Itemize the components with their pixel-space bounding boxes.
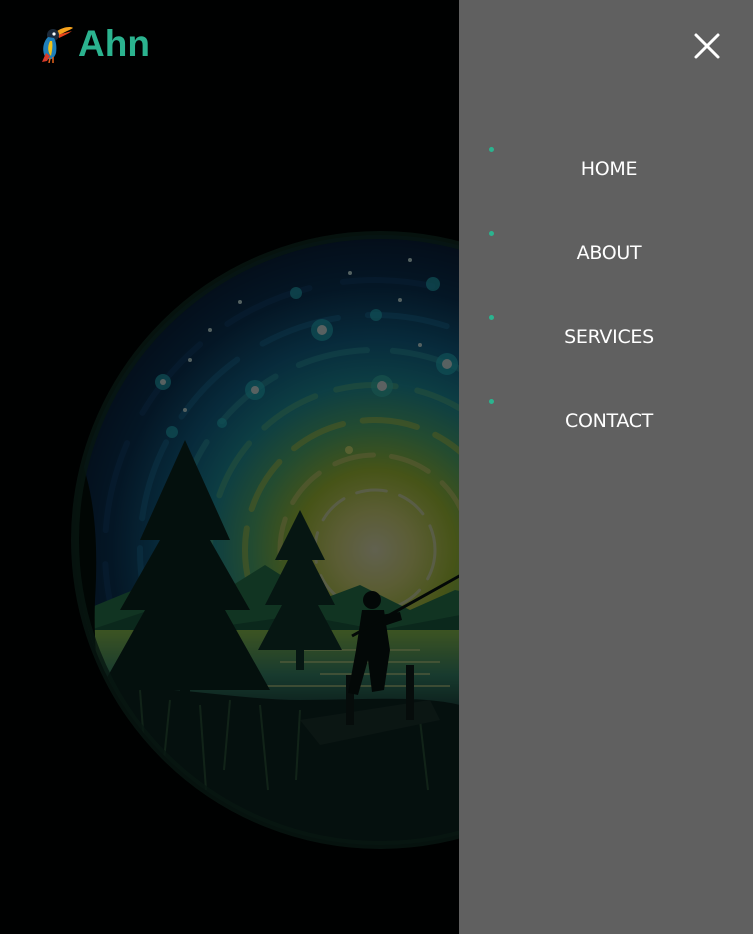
nav-item-services: SERVICES — [459, 296, 753, 380]
nav-link-services[interactable]: SERVICES — [459, 326, 753, 348]
nav-bullet — [489, 231, 494, 236]
nav-bullet — [489, 315, 494, 320]
nav-bullet — [489, 147, 494, 152]
nav-menu: HOME ABOUT SERVICES CONTACT — [459, 128, 753, 464]
brand-logo[interactable]: Ahn — [38, 20, 150, 66]
close-menu-button[interactable] — [691, 30, 723, 62]
nav-link-contact[interactable]: CONTACT — [459, 410, 753, 432]
brand-name: Ahn — [78, 22, 150, 64]
toucan-bird-icon — [42, 27, 73, 63]
nav-link-home[interactable]: HOME — [459, 158, 753, 180]
nav-item-home: HOME — [459, 128, 753, 212]
nav-link-about[interactable]: ABOUT — [459, 242, 753, 264]
page: Ahn HOME ABOUT SERVICES CONTACT — [0, 0, 753, 934]
close-icon — [694, 33, 720, 59]
nav-item-contact: CONTACT — [459, 380, 753, 464]
nav-item-about: ABOUT — [459, 212, 753, 296]
side-drawer-menu: HOME ABOUT SERVICES CONTACT — [459, 0, 753, 934]
nav-bullet — [489, 399, 494, 404]
